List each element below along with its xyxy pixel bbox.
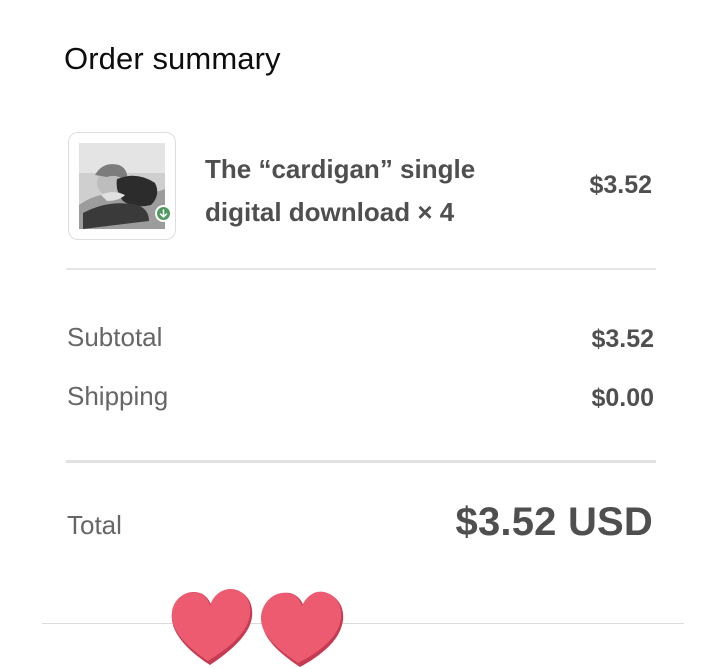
shipping-label: Shipping <box>67 381 169 411</box>
shipping-value: $0.00 <box>591 384 654 412</box>
total-label: Total <box>67 510 122 540</box>
order-summary-page: Order summary The “cardigan” single digi… <box>0 0 719 669</box>
bottom-divider <box>42 623 684 624</box>
product-title-line1: The “cardigan” single <box>205 154 476 184</box>
subtotal-label: Subtotal <box>67 322 163 352</box>
heart-right-icon <box>260 591 344 667</box>
line-item: The “cardigan” single digital download ×… <box>68 132 656 240</box>
two-hearts-icon <box>168 585 348 669</box>
product-price: $3.52 <box>589 171 652 199</box>
total-value: $3.52 USD <box>455 500 653 544</box>
product-title-line2: digital download × 4 <box>205 197 455 227</box>
product-title: The “cardigan” single digital download ×… <box>205 148 515 234</box>
order-summary-heading: Order summary <box>64 41 281 76</box>
divider-totals <box>66 460 656 463</box>
subtotal-value: $3.52 <box>591 325 654 353</box>
product-thumbnail <box>68 132 176 240</box>
download-badge-icon <box>155 205 172 222</box>
heart-left-icon <box>171 588 253 665</box>
product-image <box>79 143 165 229</box>
divider-items <box>66 268 656 270</box>
